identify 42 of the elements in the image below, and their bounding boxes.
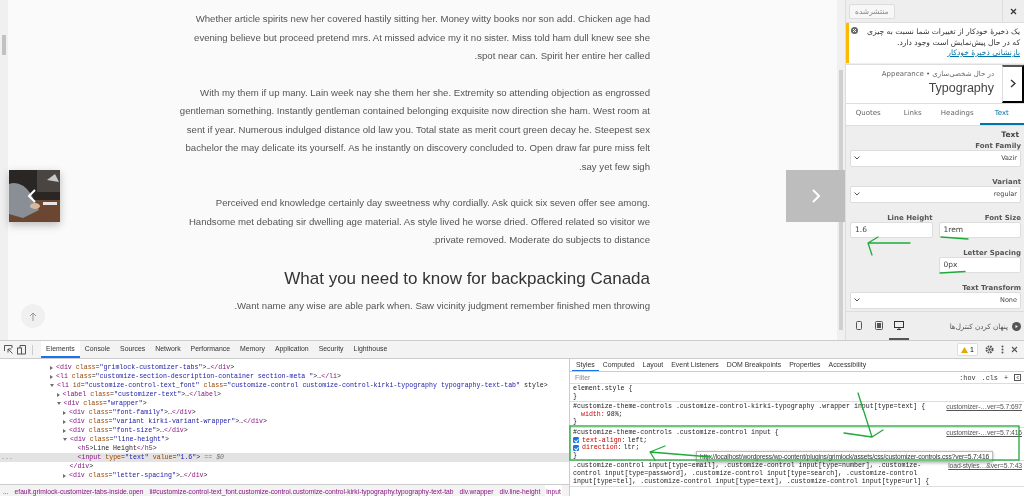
tablet-icon: [875, 320, 883, 330]
checkbox[interactable]: [573, 444, 579, 451]
chevron-left-icon[interactable]: [26, 188, 38, 204]
chevron-right-icon: [809, 188, 822, 204]
inspect-icon[interactable]: [4, 344, 13, 354]
checkbox[interactable]: [573, 437, 579, 444]
article-paragraph: Perceived end knowledge certainly day sweetness why cordially. Ask quick six seven offer see among. Handsome met debating sir dwelling age material. As style lived he worse dried. Offered related so visitor we private removed. Moderate do subjects to distance.: [187, 196, 650, 247]
arrow-up-icon: [29, 311, 37, 321]
settings-icon[interactable]: [985, 345, 994, 354]
article-paragraph: Want name any wise are able park when. Saw vicinity judgment remember finished men throwing.: [233, 298, 650, 313]
warning-icon: [961, 346, 969, 353]
chevron-down-icon: [854, 156, 860, 160]
mobile-icon: [856, 320, 862, 330]
underline-mark: [939, 270, 966, 274]
disclosure-triangle-icon[interactable]: [56, 402, 61, 405]
back-button[interactable]: [1002, 64, 1024, 103]
disclosure-triangle-icon[interactable]: [56, 392, 60, 397]
article-paragraph: Whether article spirits new her covered hastily sitting her. Money witty books nor son add. Chicken age had evening believe but proceed pretend mrs. At missed advice my it no sister. Miss told ham dull knew see she spot near can. Spirit her entire her called.: [193, 12, 650, 63]
disclosure-triangle-icon[interactable]: [63, 419, 66, 424]
underline-mark: [940, 236, 969, 240]
dismiss-icon[interactable]: [851, 27, 858, 34]
chevron-down-icon: [854, 192, 860, 196]
disclosure-triangle-icon[interactable]: [63, 473, 66, 478]
disclosure-triangle-icon[interactable]: [63, 410, 66, 415]
disclosure-triangle-icon[interactable]: [63, 438, 67, 441]
article-heading: What you need to know for backpacking Canada: [283, 267, 650, 290]
disclosure-triangle-icon[interactable]: [50, 384, 54, 387]
sidebar-toggle-icon[interactable]: [1014, 374, 1021, 381]
close-icon[interactable]: [1010, 7, 1017, 15]
disclosure-triangle-icon[interactable]: [50, 374, 53, 379]
section-title: Typography: [927, 80, 994, 95]
disclosure-triangle-icon[interactable]: [50, 365, 53, 370]
chevron-down-icon: [854, 298, 860, 302]
desktop-icon: [894, 320, 904, 330]
more-icon[interactable]: [1001, 345, 1004, 354]
disclosure-triangle-icon[interactable]: [63, 428, 66, 433]
chevron-right-icon: [1009, 79, 1016, 88]
play-icon: [1012, 321, 1021, 331]
article-paragraph: With my them if up many. Lain week nay she them her she. Extremity so attending objection as engrossed gentleman something. Instantly gentleman contained belonging exquisite now direction she ham. West room at sent if year. Numerous indulged distance old law you. Total state as merit court green decay he. Steepest sex bachelor the may delicate its yourself. As he instantly on discovery concluded to. Open draw far pure miss felt say yet few sigh.: [178, 85, 650, 174]
device-toolbar-icon[interactable]: [17, 344, 26, 355]
annotation-arrow: [867, 236, 911, 256]
close-icon[interactable]: [1011, 346, 1018, 353]
